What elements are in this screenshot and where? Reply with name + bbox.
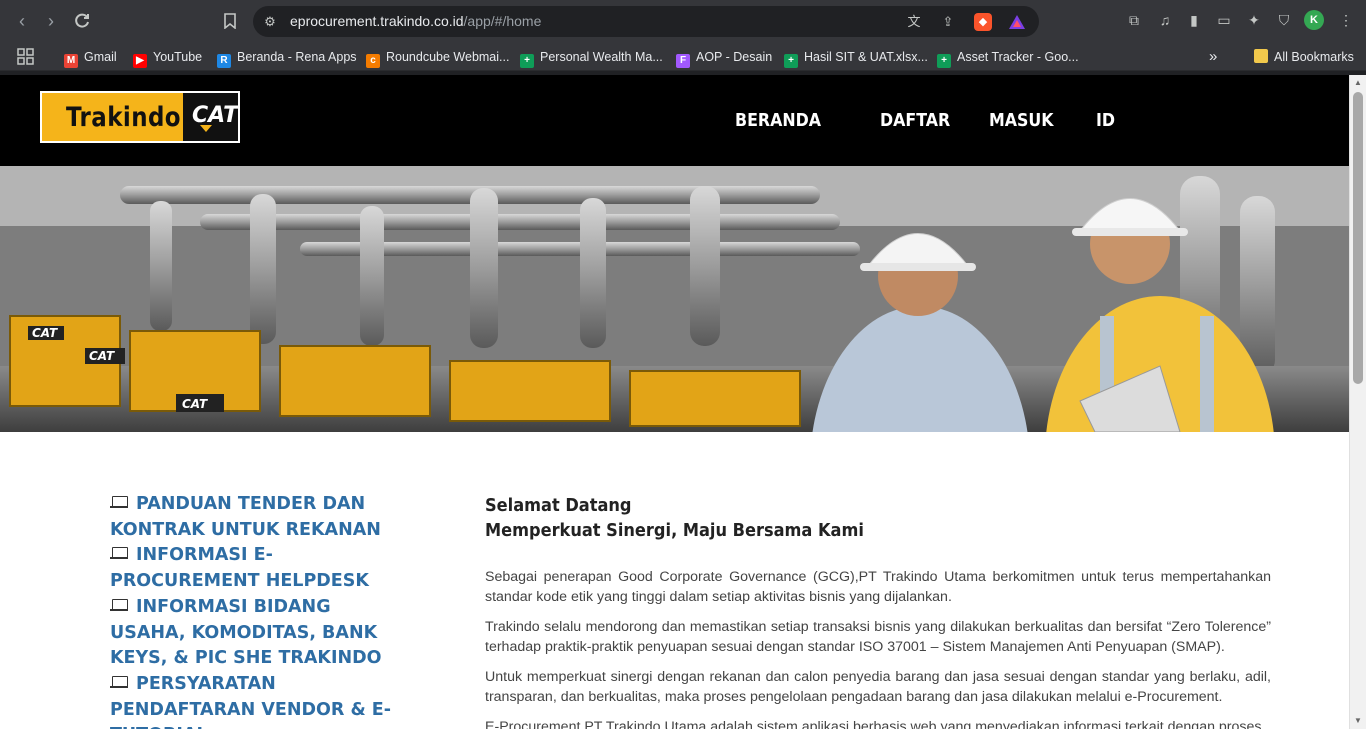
nav-beranda[interactable]: BERANDA xyxy=(735,110,821,131)
bookmark-item[interactable]: F AOP - Desain xyxy=(676,48,773,68)
link-panduan-tender[interactable]: PANDUAN TENDER DAN KONTRAK UNTUK REKANAN xyxy=(110,492,400,543)
extensions-icon[interactable]: ⧉ xyxy=(1124,10,1144,30)
cat-brand-mark: CAT xyxy=(183,93,238,141)
link-helpdesk[interactable]: INFORMASI E-PROCUREMENT HELPDESK xyxy=(110,543,400,594)
trakindo-cat-logo[interactable]: Trakindo CAT xyxy=(40,91,240,143)
hero-banner: CAT CAT CAT xyxy=(0,166,1349,432)
share-icon[interactable]: ⇪ xyxy=(939,13,957,31)
reload-icon[interactable] xyxy=(70,9,94,33)
bookmark-label: YouTube xyxy=(153,50,203,64)
welcome-title: Selamat Datang xyxy=(485,495,632,516)
welcome-subtitle: Memperkuat Sinergi, Maju Bersama Kami xyxy=(485,520,864,541)
profile-avatar[interactable]: K xyxy=(1304,10,1324,30)
bookmark-item[interactable]: + Asset Tracker - Goo... xyxy=(937,48,1079,68)
svg-text:CAT: CAT xyxy=(32,326,58,340)
page-scrollbar[interactable]: ▲ ▼ xyxy=(1349,75,1366,729)
paragraph-sinergi: Untuk memperkuat sinergi dengan rekanan … xyxy=(485,669,1271,705)
laptop-icon xyxy=(110,547,128,560)
more-bookmarks-icon[interactable]: » xyxy=(1209,48,1217,66)
nav-masuk[interactable]: MASUK xyxy=(989,110,1054,131)
media-icon[interactable]: ♫ xyxy=(1155,10,1175,30)
bookmark-label: Asset Tracker - Goo... xyxy=(957,50,1079,64)
bookmark-label: Beranda - Rena Apps xyxy=(237,50,357,64)
web-page: Trakindo CAT BERANDA DAFTAR MASUK ID CAT… xyxy=(0,75,1349,729)
bookmark-favicon-icon: F xyxy=(676,54,690,68)
bookmark-item[interactable]: ▶ YouTube xyxy=(133,48,203,68)
logo-text: Trakindo xyxy=(66,102,182,133)
link-bidang-usaha[interactable]: INFORMASI BIDANG USAHA, KOMODITAS, BANK … xyxy=(110,595,400,672)
all-bookmarks-folder[interactable]: All Bookmarks xyxy=(1254,48,1354,66)
apps-grid-icon[interactable] xyxy=(17,48,34,66)
welcome-section: Selamat Datang Memperkuat Sinergi, Maju … xyxy=(485,493,1271,729)
paragraph-zero-tolerance: Trakindo selalu mendorong dan memastikan… xyxy=(485,619,1271,655)
bookmarks-bar: M Gmail ▶ YouTube R Beranda - Rena Apps c Round… xyxy=(0,42,1366,71)
bookmark-favicon-icon: + xyxy=(784,54,798,68)
bookmark-item[interactable]: + Hasil SIT & UAT.xlsx... xyxy=(784,48,928,68)
scroll-down-icon[interactable]: ▼ xyxy=(1353,716,1363,726)
site-header: Trakindo CAT BERANDA DAFTAR MASUK ID xyxy=(0,75,1349,166)
laptop-icon xyxy=(110,598,128,611)
bookmark-item[interactable]: c Roundcube Webmai... xyxy=(366,48,510,68)
bookmark-favicon-icon: M xyxy=(64,54,78,68)
bookmark-label: Roundcube Webmai... xyxy=(386,50,510,64)
bookmark-favicon-icon: R xyxy=(217,54,231,68)
forward-icon[interactable]: › xyxy=(39,9,63,33)
bookmark-item[interactable]: R Beranda - Rena Apps xyxy=(217,48,357,68)
sidebar-links: PANDUAN TENDER DAN KONTRAK UNTUK REKANAN… xyxy=(110,492,400,729)
browser-toolbar: ‹ › ⚙ eprocurement.trakindo.co.id/app/#/… xyxy=(0,0,1366,42)
bookmark-label: Hasil SIT & UAT.xlsx... xyxy=(804,50,928,64)
bookmark-favicon-icon: + xyxy=(937,54,951,68)
nav-language-id[interactable]: ID xyxy=(1096,110,1115,131)
sidebar-toggle-icon[interactable]: ▮ xyxy=(1184,10,1204,30)
scroll-thumb[interactable] xyxy=(1353,92,1363,384)
hero-image: CAT CAT CAT xyxy=(0,166,1349,432)
bookmark-favicon-icon: + xyxy=(520,54,534,68)
wallet-icon[interactable]: ▭ xyxy=(1214,10,1234,30)
scroll-up-icon[interactable]: ▲ xyxy=(1353,78,1363,88)
leo-ai-icon[interactable]: ✦ xyxy=(1244,10,1264,30)
url-text[interactable]: eprocurement.trakindo.co.id/app/#/home xyxy=(290,13,541,29)
link-persyaratan-pendaftaran[interactable]: PERSYARATAN PENDAFTARAN VENDOR & E-TUTOR… xyxy=(110,672,400,729)
brave-rewards-icon[interactable] xyxy=(1008,13,1026,31)
back-icon[interactable]: ‹ xyxy=(10,9,34,33)
vpn-icon[interactable]: ⛉ xyxy=(1274,10,1294,30)
bookmark-label: AOP - Desain xyxy=(696,50,773,64)
address-bar[interactable]: ⚙ eprocurement.trakindo.co.id/app/#/home… xyxy=(253,6,1039,37)
bookmark-label: Personal Wealth Ma... xyxy=(540,50,663,64)
laptop-icon xyxy=(110,675,128,688)
paragraph-gcg: Sebagai penerapan Good Corporate Governa… xyxy=(485,569,1271,605)
bookmark-favicon-icon: c xyxy=(366,54,380,68)
bookmark-star-icon[interactable] xyxy=(218,9,242,33)
paragraph-eprocurement: E-Procurement PT Trakindo Utama adalah s… xyxy=(485,719,1262,729)
laptop-icon xyxy=(110,496,128,508)
site-info-icon[interactable]: ⚙ xyxy=(261,13,279,31)
bookmark-item[interactable]: M Gmail xyxy=(64,48,117,68)
folder-icon xyxy=(1254,49,1268,63)
svg-text:CAT: CAT xyxy=(89,349,115,363)
nav-daftar[interactable]: DAFTAR xyxy=(880,110,950,131)
bookmark-label: Gmail xyxy=(84,50,117,64)
bookmark-item[interactable]: + Personal Wealth Ma... xyxy=(520,48,663,68)
bookmark-favicon-icon: ▶ xyxy=(133,54,147,68)
translate-icon[interactable]: 文 xyxy=(905,13,923,31)
menu-icon[interactable]: ⋮ xyxy=(1336,10,1356,30)
svg-text:CAT: CAT xyxy=(182,397,208,411)
brave-shields-icon[interactable]: ◆ xyxy=(974,13,992,31)
